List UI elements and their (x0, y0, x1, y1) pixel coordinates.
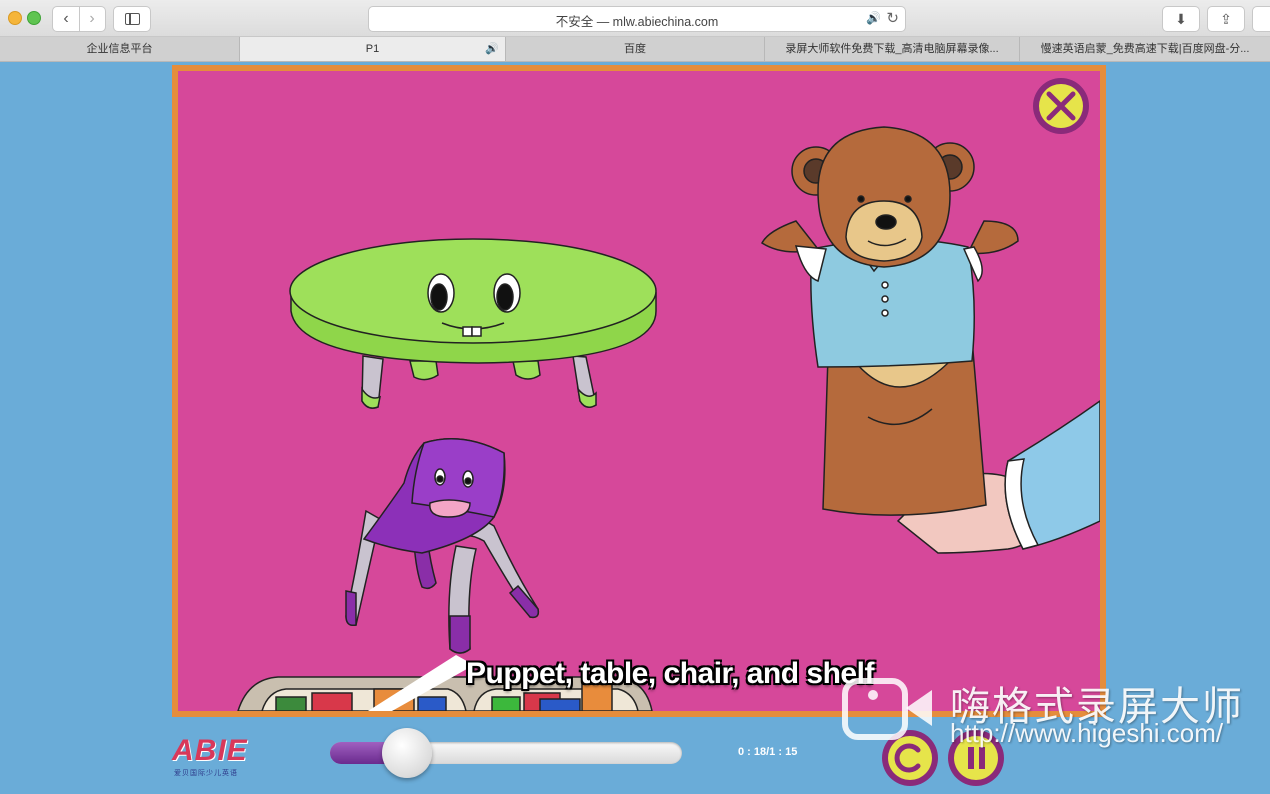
logo-text: ABIE (172, 734, 248, 767)
tab-p1[interactable]: P1 🔊 (240, 37, 506, 61)
time-display: 0 : 18/1 : 15 (738, 746, 798, 758)
download-icon: ⬇ (1175, 10, 1187, 27)
address-bar[interactable]: 不安全 — mlw.abiechina.com 🔊 ↻ (368, 6, 906, 32)
browser-toolbar: ‹ › 不安全 — mlw.abiechina.com 🔊 ↻ ⬇ ⇪ (0, 0, 1270, 37)
watermark-url: http://www.higeshi.com/ (950, 718, 1224, 748)
subtitle-text: Puppet, table, chair, and shelf (466, 657, 874, 690)
reload-icon[interactable]: ↻ (886, 9, 899, 27)
sidebar-toggle-button[interactable] (113, 6, 151, 32)
table-illustration (289, 238, 657, 409)
close-button[interactable] (1033, 78, 1089, 134)
chevron-right-icon: › (89, 10, 95, 27)
chair-illustration (345, 438, 540, 654)
speaker-icon[interactable]: 🔊 (485, 37, 499, 61)
share-button[interactable]: ⇪ (1207, 6, 1245, 32)
share-icon: ⇪ (1220, 10, 1232, 27)
lesson-scene (237, 126, 1100, 711)
chevron-left-icon: ‹ (63, 10, 69, 27)
tab-label: 录屏大师软件免费下载_高清电脑屏幕录像... (785, 43, 999, 55)
tab-screen-recorder[interactable]: 录屏大师软件免费下载_高清电脑屏幕录像... (765, 37, 1020, 61)
tab-label: 百度 (624, 43, 646, 55)
tabs-overview-button[interactable] (1252, 6, 1270, 32)
camera-lens-icon (906, 690, 932, 726)
tab-baidu[interactable]: 百度 (506, 37, 765, 61)
window-close-button[interactable] (8, 11, 22, 25)
downloads-button[interactable]: ⬇ (1162, 6, 1200, 32)
abie-logo: ABIE 爱贝国际少儿英语 (172, 734, 262, 778)
tab-label: 慢速英语启蒙_免费高速下载|百度网盘-分... (1040, 43, 1250, 55)
close-icon (1039, 84, 1083, 128)
recorder-watermark: 嗨格式录屏大师 http://www.higeshi.com/ (840, 672, 1260, 762)
logo-subtitle: 爱贝国际少儿英语 (174, 770, 238, 777)
camera-icon (842, 678, 908, 740)
sidebar-icon (125, 13, 140, 25)
tab-enterprise[interactable]: 企业信息平台 (0, 37, 240, 61)
window-zoom-button[interactable] (27, 11, 41, 25)
bear-puppet-illustration (761, 126, 1019, 516)
back-button[interactable]: ‹ (53, 7, 80, 31)
tab-label: 企业信息平台 (86, 43, 153, 55)
tab-label: P1 (365, 43, 380, 55)
nav-buttons: ‹ › (52, 6, 106, 32)
lesson-stage: Puppet, table, chair, and shelf (172, 65, 1106, 717)
forward-button[interactable]: › (79, 7, 105, 31)
url-text: 不安全 — mlw.abiechina.com (555, 15, 719, 29)
tab-slow-english[interactable]: 慢速英语启蒙_免费高速下载|百度网盘-分... (1020, 37, 1270, 61)
progress-slider[interactable] (330, 728, 682, 778)
progress-handle[interactable] (382, 728, 433, 778)
speaker-icon[interactable]: 🔊 (866, 11, 881, 25)
tab-strip: 企业信息平台 P1 🔊 百度 录屏大师软件免费下载_高清电脑屏幕录像... 慢速英… (0, 37, 1270, 62)
